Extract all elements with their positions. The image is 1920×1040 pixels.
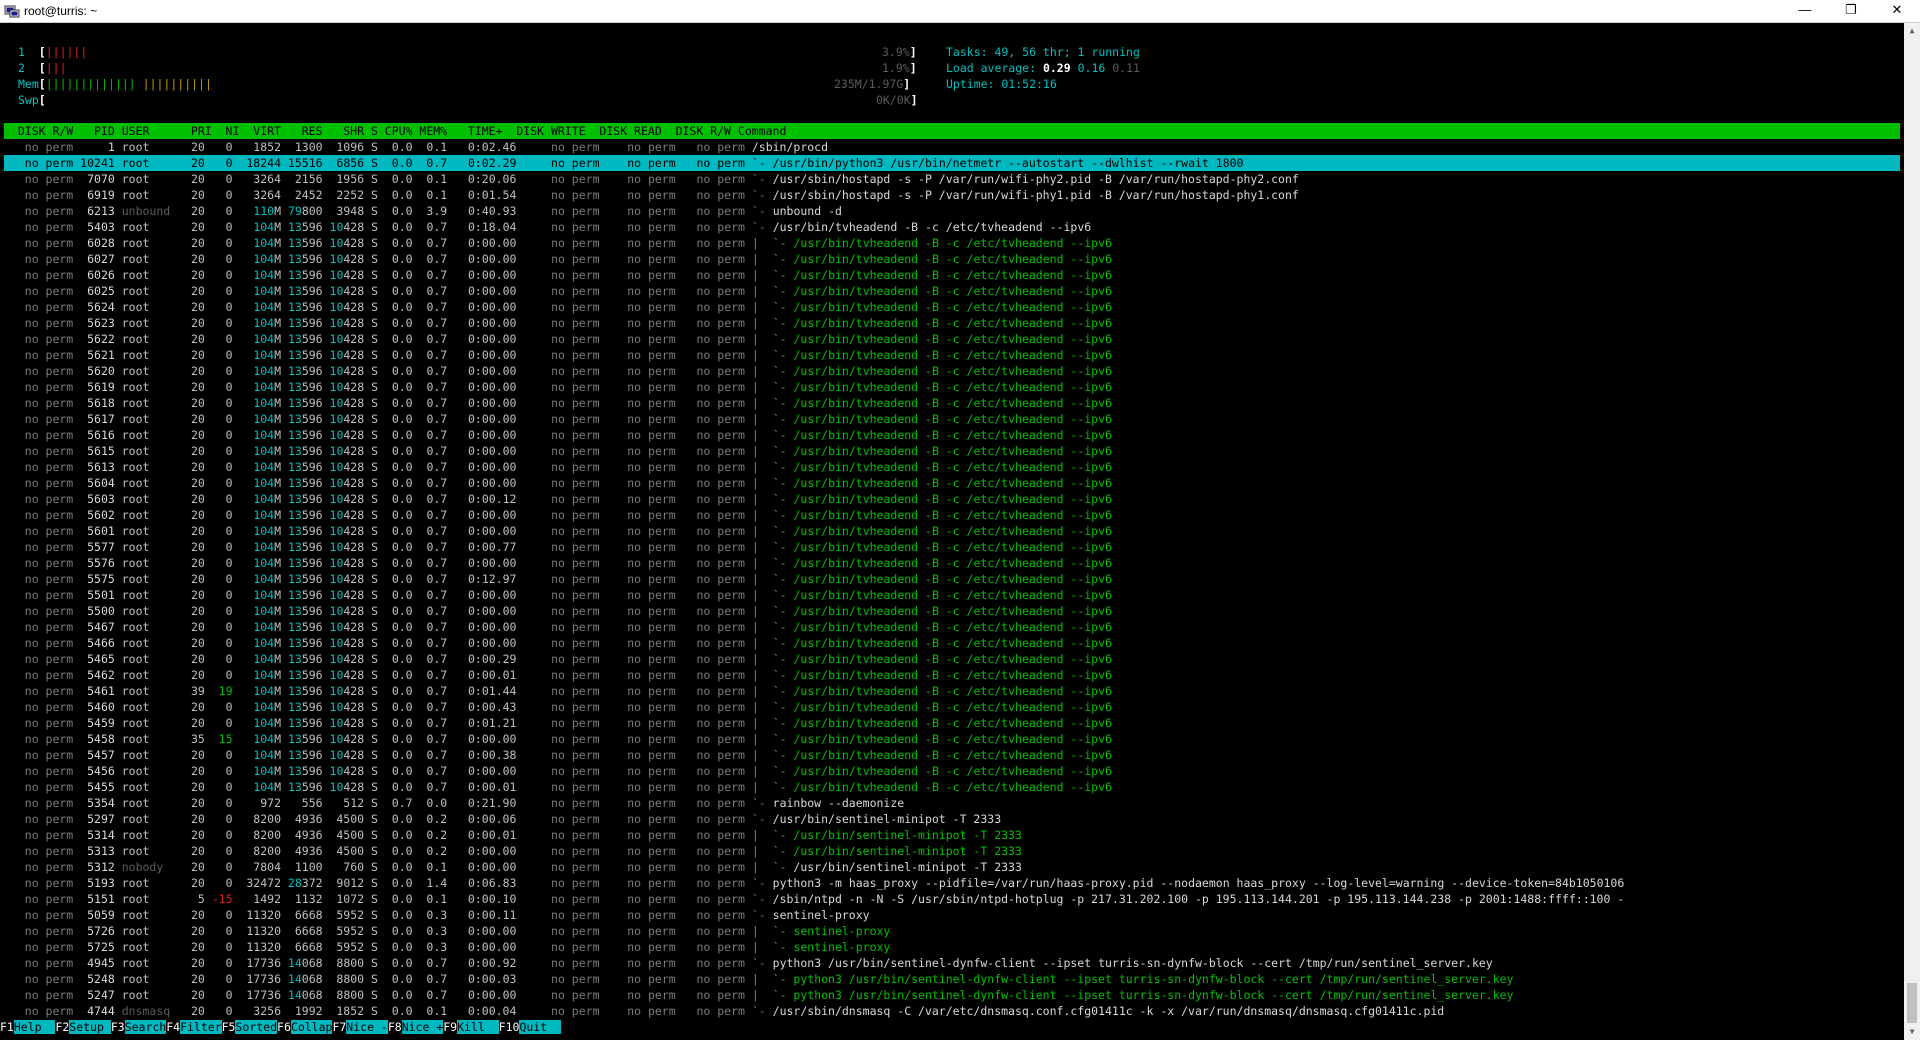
function-key-bar: F1Help F2Setup F3SearchF4FilterF5SortedF… (0, 1019, 1886, 1035)
scrollbar-thumb[interactable] (1907, 983, 1917, 1023)
process-row[interactable]: no perm 5619 root 20 0 104M 13596 10428 … (4, 379, 1900, 395)
process-row[interactable]: no perm 5354 root 20 0 972 556 512 S 0.7… (4, 795, 1900, 811)
process-row[interactable]: no perm 5248 root 20 0 17736 14068 8800 … (4, 971, 1900, 987)
process-row[interactable]: no perm 6026 root 20 0 104M 13596 10428 … (4, 267, 1900, 283)
process-row[interactable]: no perm 5500 root 20 0 104M 13596 10428 … (4, 603, 1900, 619)
process-row[interactable]: no perm 5577 root 20 0 104M 13596 10428 … (4, 539, 1900, 555)
fkey-f1[interactable]: F1 (0, 1020, 14, 1034)
process-row[interactable]: no perm 5501 root 20 0 104M 13596 10428 … (4, 587, 1900, 603)
fkey-label[interactable]: Nice - (346, 1020, 388, 1034)
fkey-f8[interactable]: F8 (387, 1020, 402, 1034)
process-row[interactable]: no perm 5602 root 20 0 104M 13596 10428 … (4, 507, 1900, 523)
process-row[interactable]: no perm 5403 root 20 0 104M 13596 10428 … (4, 219, 1900, 235)
process-row[interactable]: no perm 5616 root 20 0 104M 13596 10428 … (4, 427, 1900, 443)
process-row[interactable]: no perm 5247 root 20 0 17736 14068 8800 … (4, 987, 1900, 1003)
process-row[interactable]: no perm 5313 root 20 0 8200 4936 4500 S … (4, 843, 1900, 859)
process-row[interactable]: no perm 5618 root 20 0 104M 13596 10428 … (4, 395, 1900, 411)
process-row[interactable]: no perm 5458 root 35 15 104M 13596 10428… (4, 731, 1900, 747)
fkey-label[interactable]: Sorted (235, 1020, 278, 1034)
process-row[interactable]: no perm 5297 root 20 0 8200 4936 4500 S … (4, 811, 1900, 827)
close-button[interactable]: ✕ (1874, 0, 1920, 22)
vertical-scrollbar[interactable]: ▲ ▼ (1904, 23, 1920, 1040)
terminal-area[interactable]: 1 [|||||| 3.9%] 2 [||| 1.9%] Mem[|||||||… (0, 23, 1904, 1040)
process-row[interactable]: no perm 5059 root 20 0 11320 6668 5952 S… (4, 907, 1900, 923)
process-row[interactable]: no perm 6213 unbound 20 0 110M 79800 394… (4, 203, 1900, 219)
process-row[interactable]: no perm 5465 root 20 0 104M 13596 10428 … (4, 651, 1900, 667)
process-row[interactable]: no perm 5456 root 20 0 104M 13596 10428 … (4, 763, 1900, 779)
process-row[interactable]: no perm 5466 root 20 0 104M 13596 10428 … (4, 635, 1900, 651)
process-row[interactable]: no perm 5620 root 20 0 104M 13596 10428 … (4, 363, 1900, 379)
process-row[interactable]: no perm 5467 root 20 0 104M 13596 10428 … (4, 619, 1900, 635)
process-row[interactable]: no perm 5621 root 20 0 104M 13596 10428 … (4, 347, 1900, 363)
fkey-label[interactable]: Nice + (401, 1020, 444, 1034)
fkey-f4[interactable]: F4 (166, 1020, 181, 1034)
process-row[interactable]: no perm 5312 nobody 20 0 7804 1100 760 S… (4, 859, 1900, 875)
fkey-label[interactable]: Search (124, 1020, 167, 1034)
process-row[interactable]: no perm 10241 root 20 0 18244 15516 6856… (4, 155, 1900, 171)
mem-value: 235M/1.97G] (834, 77, 911, 91)
column-header[interactable]: DISK R/W PID USER PRI NI VIRT RES SHR S … (4, 123, 1900, 139)
window-title: root@turris: ~ (24, 4, 98, 18)
minimize-button[interactable]: — (1782, 0, 1828, 22)
fkey-f5[interactable]: F5 (221, 1020, 236, 1034)
process-row[interactable]: no perm 5623 root 20 0 104M 13596 10428 … (4, 315, 1900, 331)
fkey-f9[interactable]: F9 (443, 1020, 458, 1034)
process-row[interactable]: no perm 6028 root 20 0 104M 13596 10428 … (4, 235, 1900, 251)
fkey-f3[interactable]: F3 (110, 1020, 125, 1034)
process-row[interactable]: no perm 5603 root 20 0 104M 13596 10428 … (4, 491, 1900, 507)
process-row[interactable]: no perm 5576 root 20 0 104M 13596 10428 … (4, 555, 1900, 571)
cpu2-meter: 2 [||| (18, 61, 67, 75)
process-row[interactable]: no perm 5455 root 20 0 104M 13596 10428 … (4, 779, 1900, 795)
swp-meter: Swp[ (18, 93, 46, 107)
scroll-up-arrow-icon[interactable]: ▲ (1904, 23, 1920, 39)
process-row[interactable]: no perm 1 root 20 0 1852 1300 1096 S 0.0… (4, 139, 1900, 155)
putty-app-icon (4, 5, 20, 18)
fkey-label[interactable]: Quit (519, 1020, 561, 1034)
process-row[interactable]: no perm 7070 root 20 0 3264 2156 1956 S … (4, 171, 1900, 187)
process-row[interactable]: no perm 6025 root 20 0 104M 13596 10428 … (4, 283, 1900, 299)
process-row[interactable]: no perm 6919 root 20 0 3264 2452 2252 S … (4, 187, 1900, 203)
process-row[interactable]: no perm 5459 root 20 0 104M 13596 10428 … (4, 715, 1900, 731)
fkey-f2[interactable]: F2 (55, 1020, 70, 1034)
mem-meter: Mem[||||||||||||| |||||||||| (18, 77, 212, 91)
process-row[interactable]: no perm 5726 root 20 0 11320 6668 5952 S… (4, 923, 1900, 939)
process-row[interactable]: no perm 5624 root 20 0 104M 13596 10428 … (4, 299, 1900, 315)
process-row[interactable]: no perm 5615 root 20 0 104M 13596 10428 … (4, 443, 1900, 459)
process-row[interactable]: no perm 5457 root 20 0 104M 13596 10428 … (4, 747, 1900, 763)
process-row[interactable]: no perm 5601 root 20 0 104M 13596 10428 … (4, 523, 1900, 539)
fkey-label[interactable]: Setup (69, 1020, 111, 1034)
uptime: Uptime: 01:52:16 (946, 77, 1057, 91)
fkey-label[interactable]: Collap (290, 1020, 333, 1034)
window-titlebar: root@turris: ~ — ❐ ✕ (0, 0, 1920, 23)
process-row[interactable]: no perm 4744 dnsmasq 20 0 3256 1992 1852… (4, 1003, 1900, 1019)
process-row[interactable]: no perm 5613 root 20 0 104M 13596 10428 … (4, 459, 1900, 475)
swp-value: 0K/0K] (876, 93, 918, 107)
fkey-label[interactable]: Filter (180, 1020, 222, 1034)
load-average: Load average: 0.29 0.16 0.11 (946, 61, 1140, 75)
cpu2-value: 1.9%] (882, 61, 917, 75)
process-row[interactable]: no perm 5151 root 5 -15 1492 1132 1072 S… (4, 891, 1900, 907)
maximize-button[interactable]: ❐ (1828, 0, 1874, 22)
process-row[interactable]: no perm 6027 root 20 0 104M 13596 10428 … (4, 251, 1900, 267)
fkey-f6[interactable]: F6 (277, 1020, 291, 1034)
tasks-summary: Tasks: 49, 56 thr; 1 running (946, 45, 1140, 59)
scroll-down-arrow-icon[interactable]: ▼ (1904, 1024, 1920, 1040)
process-row[interactable]: no perm 5461 root 39 19 104M 13596 10428… (4, 683, 1900, 699)
fkey-label[interactable]: Help (13, 1020, 56, 1034)
process-row[interactable]: no perm 5460 root 20 0 104M 13596 10428 … (4, 699, 1900, 715)
cpu1-meter: 1 [|||||| (18, 45, 88, 59)
process-row[interactable]: no perm 5604 root 20 0 104M 13596 10428 … (4, 475, 1900, 491)
process-row[interactable]: no perm 5193 root 20 0 32472 28372 9012 … (4, 875, 1900, 891)
process-row[interactable]: no perm 5575 root 20 0 104M 13596 10428 … (4, 571, 1900, 587)
fkey-f10[interactable]: F10 (498, 1020, 520, 1034)
process-row[interactable]: no perm 5314 root 20 0 8200 4936 4500 S … (4, 827, 1900, 843)
cpu1-value: 3.9%] (882, 45, 917, 59)
process-row[interactable]: no perm 5725 root 20 0 11320 6668 5952 S… (4, 939, 1900, 955)
fkey-f7[interactable]: F7 (332, 1020, 347, 1034)
process-row[interactable]: no perm 5462 root 20 0 104M 13596 10428 … (4, 667, 1900, 683)
fkey-label[interactable]: Kill (457, 1020, 499, 1034)
process-row[interactable]: no perm 5617 root 20 0 104M 13596 10428 … (4, 411, 1900, 427)
process-row[interactable]: no perm 4945 root 20 0 17736 14068 8800 … (4, 955, 1900, 971)
process-row[interactable]: no perm 5622 root 20 0 104M 13596 10428 … (4, 331, 1900, 347)
